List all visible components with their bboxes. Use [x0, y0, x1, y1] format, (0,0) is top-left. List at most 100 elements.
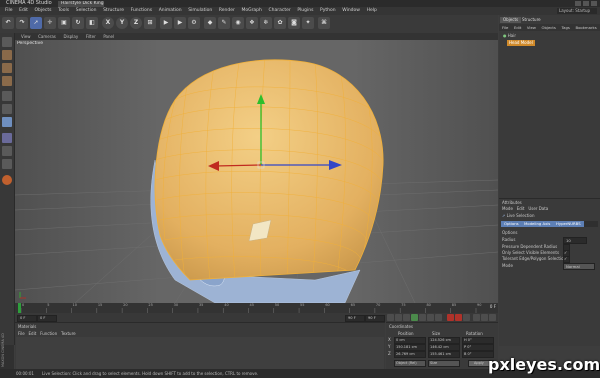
- menu-edit[interactable]: Edit: [19, 7, 28, 15]
- viewport-menu-display[interactable]: Display: [63, 33, 78, 40]
- environment-icon[interactable]: ✿: [274, 17, 286, 29]
- render-picture-viewer-icon[interactable]: ▶: [174, 17, 186, 29]
- om-menu-objects[interactable]: Objects: [542, 25, 556, 30]
- mat-menu-edit[interactable]: Edit: [29, 331, 37, 336]
- record-icon[interactable]: [447, 314, 454, 321]
- prev-key-icon[interactable]: [395, 314, 402, 321]
- object-item-hair[interactable]: ● Hair: [503, 33, 516, 38]
- head-mesh[interactable]: [154, 59, 384, 281]
- go-to-end-icon[interactable]: [435, 314, 442, 321]
- rotation-key-icon[interactable]: [489, 314, 496, 321]
- maximize-button[interactable]: [583, 1, 589, 6]
- om-menu-view[interactable]: View: [527, 25, 536, 30]
- sculpt-icon[interactable]: [2, 175, 12, 185]
- next-key-icon[interactable]: [427, 314, 434, 321]
- y-position-field[interactable]: 150.181 cm: [394, 344, 426, 351]
- light-icon[interactable]: ✦: [302, 17, 314, 29]
- radius-field[interactable]: 10: [563, 237, 587, 244]
- snap-icon[interactable]: [2, 146, 12, 156]
- material-list-area[interactable]: [16, 337, 384, 369]
- tolerant-selection-checkbox[interactable]: ✓: [563, 256, 570, 263]
- mat-menu-texture[interactable]: Texture: [61, 331, 76, 336]
- start-frame-field[interactable]: 0 F: [17, 315, 37, 322]
- mode-dropdown[interactable]: Normal: [563, 263, 595, 270]
- mat-menu-function[interactable]: Function: [40, 331, 57, 336]
- minimize-button[interactable]: [575, 1, 581, 6]
- scale-icon[interactable]: ▣: [58, 17, 70, 29]
- live-selection-icon[interactable]: ➚: [30, 17, 42, 29]
- menu-selection[interactable]: Selection: [76, 7, 97, 15]
- axis-z-button[interactable]: Z: [130, 17, 142, 29]
- menu-render[interactable]: Render: [219, 7, 235, 15]
- locked-workplane-icon[interactable]: [2, 159, 12, 169]
- make-editable-icon[interactable]: [2, 37, 12, 47]
- menu-window[interactable]: Window: [342, 7, 360, 15]
- menu-python[interactable]: Python: [320, 7, 336, 15]
- attr-menu-user-data[interactable]: User Data: [528, 206, 548, 211]
- viewport-menu-filter[interactable]: Filter: [86, 33, 96, 40]
- menu-file[interactable]: File: [5, 7, 13, 15]
- menu-simulation[interactable]: Simulation: [188, 7, 212, 15]
- deformer-icon[interactable]: ❄: [260, 17, 272, 29]
- spline-pen-icon[interactable]: ✎: [218, 17, 230, 29]
- coordinate-mode-dropdown[interactable]: Object (Rel): [394, 360, 426, 367]
- texture-mode-icon[interactable]: [2, 76, 12, 86]
- undo-icon[interactable]: ↶: [2, 17, 14, 29]
- om-menu-edit[interactable]: Edit: [514, 25, 521, 30]
- tab-objects[interactable]: Objects: [500, 17, 522, 23]
- axis-x-button[interactable]: X: [102, 17, 114, 29]
- x-position-field[interactable]: 0 cm: [394, 337, 426, 344]
- menu-character[interactable]: Character: [269, 7, 291, 15]
- redo-icon[interactable]: ↷: [16, 17, 28, 29]
- tab-modeling-axis[interactable]: Modeling Axis: [521, 221, 554, 227]
- menu-functions[interactable]: Functions: [131, 7, 153, 15]
- z-size-field[interactable]: 155.461 cm: [428, 351, 460, 358]
- menu-structure[interactable]: Structure: [103, 7, 124, 15]
- menu-mograph[interactable]: MoGraph: [241, 7, 261, 15]
- menu-tools[interactable]: Tools: [58, 7, 69, 15]
- rotate-icon[interactable]: ↻: [72, 17, 84, 29]
- menu-animation[interactable]: Animation: [159, 7, 182, 15]
- go-to-start-icon[interactable]: [387, 314, 394, 321]
- recent-tool-icon[interactable]: ◧: [86, 17, 98, 29]
- autokey-icon[interactable]: [455, 314, 462, 321]
- om-menu-bookmarks[interactable]: Bookmarks: [575, 25, 596, 30]
- tab-options[interactable]: Options: [501, 221, 522, 227]
- cube-icon[interactable]: ◆: [204, 17, 216, 29]
- perspective-viewport[interactable]: Perspective: [15, 40, 498, 303]
- h-rotation-field[interactable]: H 0°: [462, 337, 494, 344]
- tab-structure[interactable]: Structure: [519, 17, 544, 23]
- play-icon[interactable]: [411, 314, 418, 321]
- keyframe-selection-icon[interactable]: [463, 314, 470, 321]
- hypernurbs-icon[interactable]: ◉: [232, 17, 244, 29]
- move-icon[interactable]: ✛: [44, 17, 56, 29]
- x-size-field[interactable]: 124.526 cm: [428, 337, 460, 344]
- menu-help[interactable]: Help: [367, 7, 377, 15]
- object-mode-icon[interactable]: [2, 63, 12, 73]
- p-rotation-field[interactable]: P 0°: [462, 344, 494, 351]
- om-menu-file[interactable]: File: [502, 25, 508, 30]
- om-menu-tags[interactable]: Tags: [561, 25, 569, 30]
- edges-mode-icon[interactable]: [2, 104, 12, 114]
- viewport-menu-view[interactable]: View: [21, 33, 31, 40]
- axis-y-button[interactable]: Y: [116, 17, 128, 29]
- attr-menu-edit[interactable]: Edit: [517, 206, 525, 211]
- workplane-icon[interactable]: [2, 133, 12, 143]
- size-mode-dropdown[interactable]: Size: [428, 360, 460, 367]
- tab-hypernurbs[interactable]: HyperNURBS: [553, 221, 584, 227]
- close-button[interactable]: [591, 1, 597, 6]
- prev-frame-icon[interactable]: [403, 314, 410, 321]
- array-icon[interactable]: ❖: [246, 17, 258, 29]
- camera-icon[interactable]: ◙: [288, 17, 300, 29]
- render-settings-icon[interactable]: ⚙: [188, 17, 200, 29]
- model-mode-icon[interactable]: [2, 50, 12, 60]
- points-mode-icon[interactable]: [2, 91, 12, 101]
- y-size-field[interactable]: 146.42 cm: [428, 344, 460, 351]
- viewport-menu-panel[interactable]: Panel: [103, 33, 114, 40]
- timeline-ruler[interactable]: 0 5 10 15 20 25 30 35 40 45 50 55 60 65 70 75 80 85 90 0 F: [15, 303, 498, 313]
- menu-objects[interactable]: Objects: [34, 7, 51, 15]
- render-view-icon[interactable]: ▶: [160, 17, 172, 29]
- viewport-menu-cameras[interactable]: Cameras: [38, 33, 56, 40]
- attr-menu-mode[interactable]: Mode: [502, 206, 513, 211]
- z-position-field[interactable]: 26.769 cm: [394, 351, 426, 358]
